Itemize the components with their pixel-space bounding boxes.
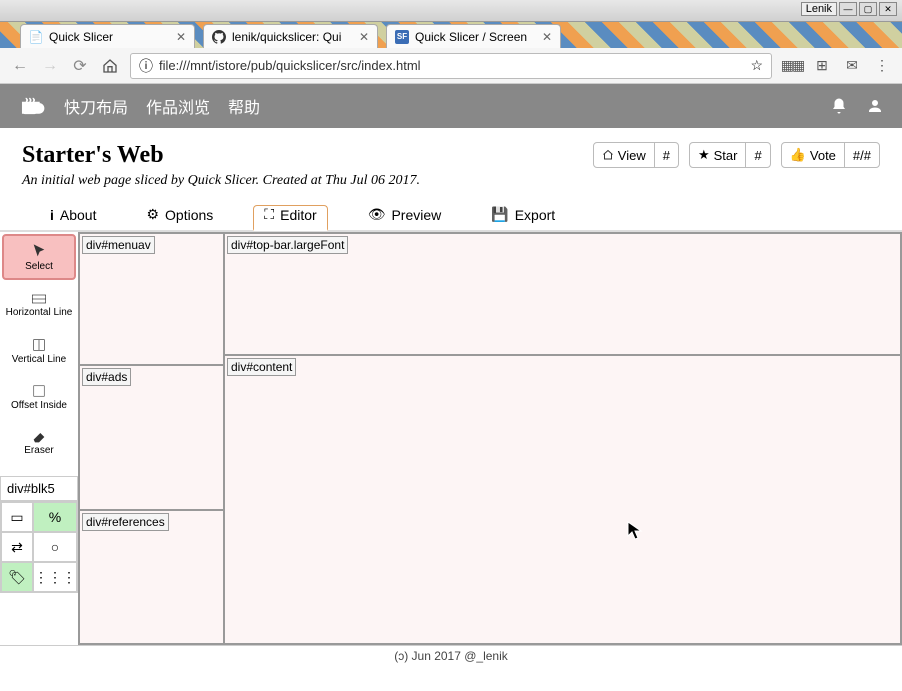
current-element-id[interactable]: div#blk5 [0,476,78,501]
menu-icon[interactable]: ⋮ [872,56,892,76]
info-icon[interactable]: ⓘ [139,56,153,76]
region-menuav[interactable]: div#menuav [79,233,224,365]
region-ads[interactable]: div#ads [79,365,224,510]
offset-icon [32,384,46,398]
view-button[interactable]: View [594,143,655,167]
region-label: div#references [82,513,169,531]
view-button-group: View # [593,142,679,168]
vote-count: #/# [845,143,879,167]
github-icon [212,30,226,44]
region-references[interactable]: div#references [79,510,224,644]
tabs-row: iAbout ⚙Options ⛶Editor 👁Preview 💾Export [0,195,902,231]
browser-tab[interactable]: lenik/quickslicer: Qui ✕ [203,24,378,48]
footer: (ɔ) Jun 2017 @_lenik [0,645,902,667]
save-icon: 💾 [491,206,508,223]
grid-percent-button[interactable]: % [33,502,77,532]
grid-ruler-button[interactable]: ▭ [1,502,33,532]
page-icon: 📄 [29,30,43,44]
title-row: Starter's Web An initial web page sliced… [0,128,902,195]
page-title: Starter's Web [22,142,593,169]
sf-icon: SF [395,30,409,44]
grid-tag-button[interactable]: 🏷 [1,562,33,592]
tab-editor[interactable]: ⛶Editor [253,205,327,231]
tool-offset-inside[interactable]: Offset Inside [0,374,78,420]
window-titlebar: Lenik — ▢ ✕ [0,0,902,22]
window-minimize-button[interactable]: — [839,2,857,16]
close-icon[interactable]: ✕ [359,30,369,44]
vote-button[interactable]: 👍Vote [782,143,845,167]
hline-icon [31,293,47,305]
user-icon[interactable] [866,97,884,115]
tool-select[interactable]: Select [2,234,76,280]
tab-title: Quick Slicer [49,30,170,44]
window-title: Lenik [801,2,837,16]
url-text: file:///mnt/istore/pub/quickslicer/src/i… [159,58,744,73]
browser-tab-strip: 📄 Quick Slicer ✕ lenik/quickslicer: Qui … [0,22,902,48]
bookmark-icon[interactable]: ☆ [750,57,763,74]
tab-preview[interactable]: 👁Preview [358,205,452,230]
app-header: 快刀布局 作品浏览 帮助 [0,84,902,128]
star-count: # [746,143,769,167]
bell-icon[interactable] [830,97,848,115]
info-icon: i [50,207,54,223]
tab-export[interactable]: 💾Export [481,205,565,230]
browser-toolbar: ← → ⟳ ⓘ file:///mnt/istore/pub/quickslic… [0,48,902,84]
grid-swap-button[interactable]: ⇄ [1,532,33,562]
gear-icon: ⚙ [146,206,159,223]
home-icon [602,149,614,161]
region-topbar[interactable]: div#top-bar.largeFont [224,233,901,355]
close-icon[interactable]: ✕ [176,30,186,44]
star-icon: ★ [698,147,710,163]
grid-circle-button[interactable]: ○ [33,532,77,562]
tab-title: Quick Slicer / Screen [415,30,536,44]
window-maximize-button[interactable]: ▢ [859,2,877,16]
toolbox: Select Horizontal Line Vertical Line Off… [0,232,78,645]
region-label: div#menuav [82,236,155,254]
tool-vertical-line[interactable]: Vertical Line [0,328,78,374]
nav-browse[interactable]: 作品浏览 [146,94,210,118]
vote-button-group: 👍Vote #/# [781,142,880,168]
region-label: div#ads [82,368,131,386]
region-label: div#top-bar.largeFont [227,236,348,254]
crop-icon: ⛶ [264,206,274,223]
grid-dots-button[interactable]: ⋮⋮⋮ [33,562,77,592]
mail-icon[interactable]: ✉ [842,56,862,76]
tab-about[interactable]: iAbout [40,205,106,230]
nav-help[interactable]: 帮助 [228,94,260,118]
toolbox-grid: ▭ % ⇄ ○ 🏷 ⋮⋮⋮ [0,501,78,593]
tab-title: lenik/quickslicer: Qui [232,30,353,44]
browser-tab[interactable]: SF Quick Slicer / Screen ✕ [386,24,561,48]
back-button[interactable]: ← [10,56,30,76]
editor-canvas[interactable]: div#menuav div#top-bar.largeFont div#ads… [78,232,902,645]
window-close-button[interactable]: ✕ [879,2,897,16]
thumbs-up-icon: 👍 [790,147,806,163]
vline-icon [31,338,47,352]
reload-button[interactable]: ⟳ [70,56,90,76]
browser-tab[interactable]: 📄 Quick Slicer ✕ [20,24,195,48]
region-content[interactable]: div#content [224,355,901,644]
url-bar[interactable]: ⓘ file:///mnt/istore/pub/quickslicer/src… [130,53,772,79]
app-logo-icon[interactable] [18,92,46,120]
nav-layout[interactable]: 快刀布局 [64,94,128,118]
forward-button[interactable]: → [40,56,60,76]
editor-area: Select Horizontal Line Vertical Line Off… [0,231,902,645]
qr-icon[interactable]: ▦▦ [782,56,802,76]
extension-icon[interactable]: ⊞ [812,56,832,76]
eye-icon: 👁 [368,206,386,223]
view-count: # [655,143,678,167]
close-icon[interactable]: ✕ [542,30,552,44]
page-subtitle: An initial web page sliced by Quick Slic… [22,173,593,189]
eraser-icon [31,431,47,443]
region-label: div#content [227,358,296,376]
cursor-icon [31,243,47,259]
star-button-group: ★Star # [689,142,771,168]
tool-eraser[interactable]: Eraser [0,420,78,466]
tab-options[interactable]: ⚙Options [136,205,223,230]
home-button[interactable] [100,56,120,76]
star-button[interactable]: ★Star [690,143,747,167]
tool-horizontal-line[interactable]: Horizontal Line [0,282,78,328]
